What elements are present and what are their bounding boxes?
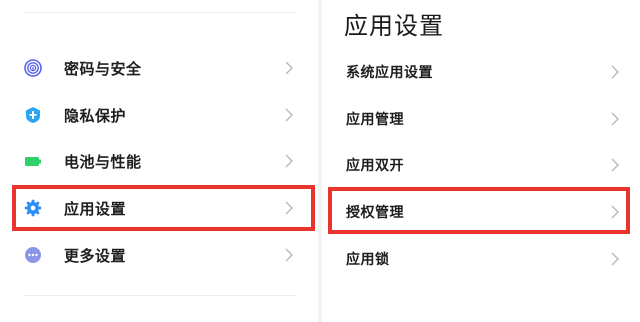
menu-item-label: 应用管理 — [346, 112, 404, 128]
menu-item-more-settings[interactable]: 更多设置 — [12, 233, 312, 277]
divider — [24, 12, 296, 13]
menu-item-app-management[interactable]: 应用管理 — [330, 98, 628, 140]
menu-item-password-security[interactable]: 密码与安全 — [12, 46, 312, 90]
chevron-right-icon — [285, 154, 293, 168]
menu-item-battery-performance[interactable]: 电池与性能 — [12, 139, 312, 183]
chevron-right-icon — [611, 158, 619, 172]
menu-item-label: 密码与安全 — [64, 59, 142, 78]
page-title: 应用设置 — [344, 12, 444, 40]
menu-item-label: 应用锁 — [346, 252, 390, 268]
battery-icon — [24, 152, 42, 170]
chevron-right-icon — [611, 65, 619, 79]
highlight-box-app-settings — [12, 185, 315, 231]
privacy-shield-icon — [24, 106, 42, 124]
menu-item-label: 电池与性能 — [64, 152, 142, 171]
menu-item-system-app-settings[interactable]: 系统应用设置 — [330, 51, 628, 93]
menu-item-privacy[interactable]: 隐私保护 — [12, 93, 312, 137]
chevron-right-icon — [285, 248, 293, 262]
more-icon — [24, 246, 42, 264]
chevron-right-icon — [285, 108, 293, 122]
menu-item-label: 更多设置 — [64, 246, 127, 265]
menu-item-label: 隐私保护 — [64, 106, 127, 125]
menu-item-label: 系统应用设置 — [346, 65, 433, 81]
main-settings-panel: 密码与安全 隐私保护 电池与性能 应用设置 更多设置 — [0, 0, 318, 322]
chevron-right-icon — [611, 112, 619, 126]
settings-screen: 密码与安全 隐私保护 电池与性能 应用设置 更多设置 应用设置 系统应用设置 应… — [0, 0, 640, 322]
menu-item-dual-apps[interactable]: 应用双开 — [330, 144, 628, 186]
divider — [24, 295, 296, 296]
chevron-right-icon — [611, 252, 619, 266]
highlight-box-permission-management — [328, 187, 630, 234]
app-settings-panel: 应用设置 系统应用设置 应用管理 应用双开 授权管理 应用锁 — [322, 0, 640, 322]
fingerprint-icon — [24, 59, 42, 77]
chevron-right-icon — [285, 61, 293, 75]
menu-item-app-lock[interactable]: 应用锁 — [330, 238, 628, 280]
menu-item-label: 应用双开 — [346, 158, 404, 174]
